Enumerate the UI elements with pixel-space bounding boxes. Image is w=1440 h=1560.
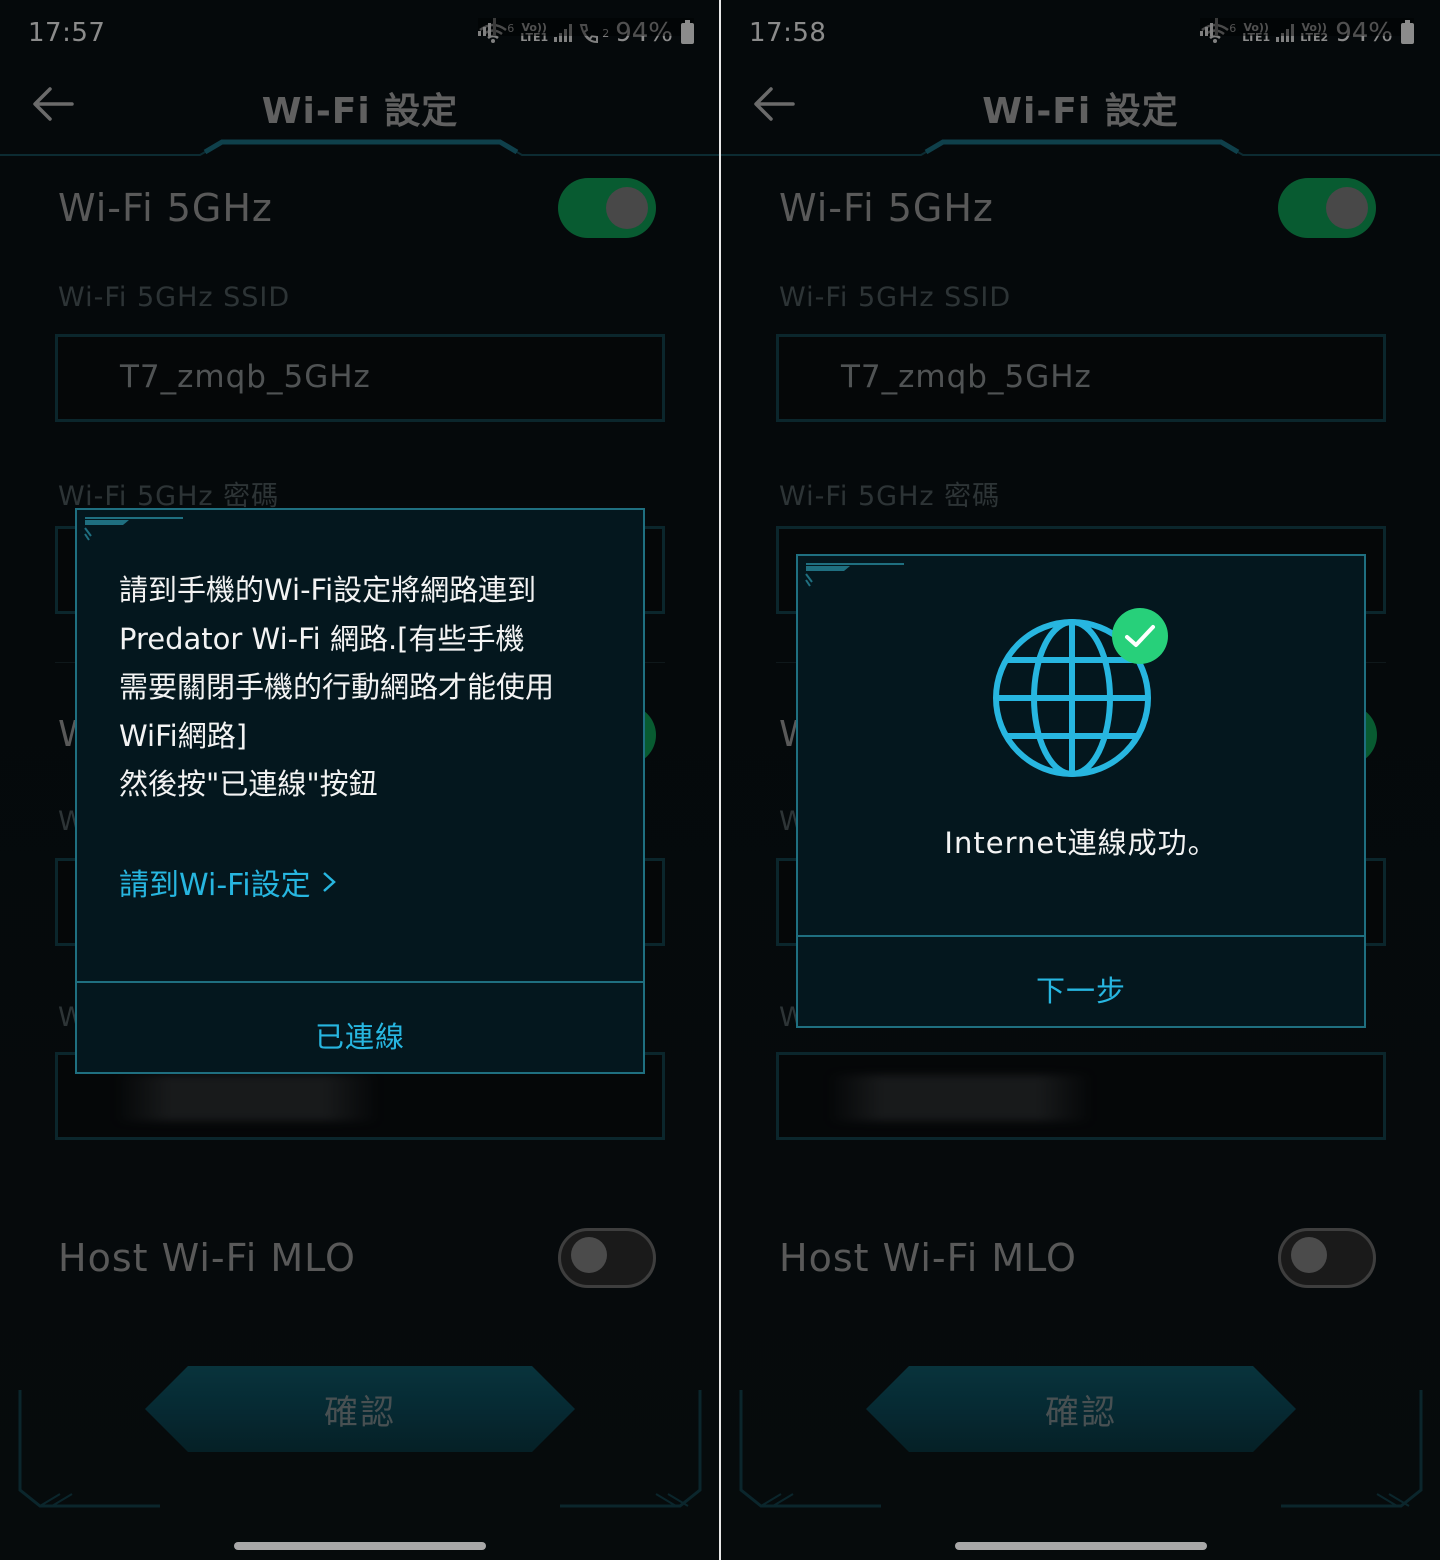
dialog-message: 請到手機的Wi-Fi設定將網路連到 Predator Wi-Fi 網路.[有些手…: [119, 566, 603, 809]
success-message: Internet連線成功。: [944, 826, 1218, 860]
check-icon: [1125, 625, 1155, 647]
goto-wifi-settings-link[interactable]: 請到Wi-Fi設定: [119, 860, 339, 904]
phone-screen-right: 17:58 6 Vo)) LTE1 Vo)) LTE2 94% Wi-Fi 設定…: [721, 0, 1440, 1560]
home-indicator[interactable]: [234, 1542, 486, 1550]
dialog-message-line: 然後按"已連線"按鈕: [119, 767, 378, 801]
connect-wifi-dialog: 請到手機的Wi-Fi設定將網路連到 Predator Wi-Fi 網路.[有些手…: [75, 508, 645, 1074]
dialog-message-line: 請到手機的Wi-Fi設定將網路連到: [119, 573, 537, 607]
dialog-message-line: 需要關閉手機的行動網路才能使用: [119, 670, 555, 704]
dialog-separator: [798, 935, 1364, 937]
chevron-right-icon: [322, 872, 336, 892]
internet-success-dialog: Internet連線成功。 下一步: [796, 554, 1366, 1028]
next-step-button[interactable]: 下一步: [798, 968, 1364, 1010]
phone-screen-left: 17:57 6 Vo)) LTE1 2 94% Wi-Fi 設定 Wi-Fi 5…: [0, 0, 720, 1560]
home-indicator[interactable]: [955, 1542, 1207, 1550]
dialog-message-line: Predator Wi-Fi 網路.[有些手機: [119, 621, 525, 656]
dialog-corner-decoration: [805, 563, 904, 587]
connected-button[interactable]: 已連線: [77, 1014, 643, 1056]
goto-wifi-settings-label: 請到Wi-Fi設定: [119, 868, 311, 903]
success-badge: [1112, 608, 1168, 664]
dialog-message-line: WiFi網路]: [119, 718, 248, 753]
dialog-corner-decoration: [84, 517, 183, 541]
dialog-separator: [77, 981, 643, 983]
